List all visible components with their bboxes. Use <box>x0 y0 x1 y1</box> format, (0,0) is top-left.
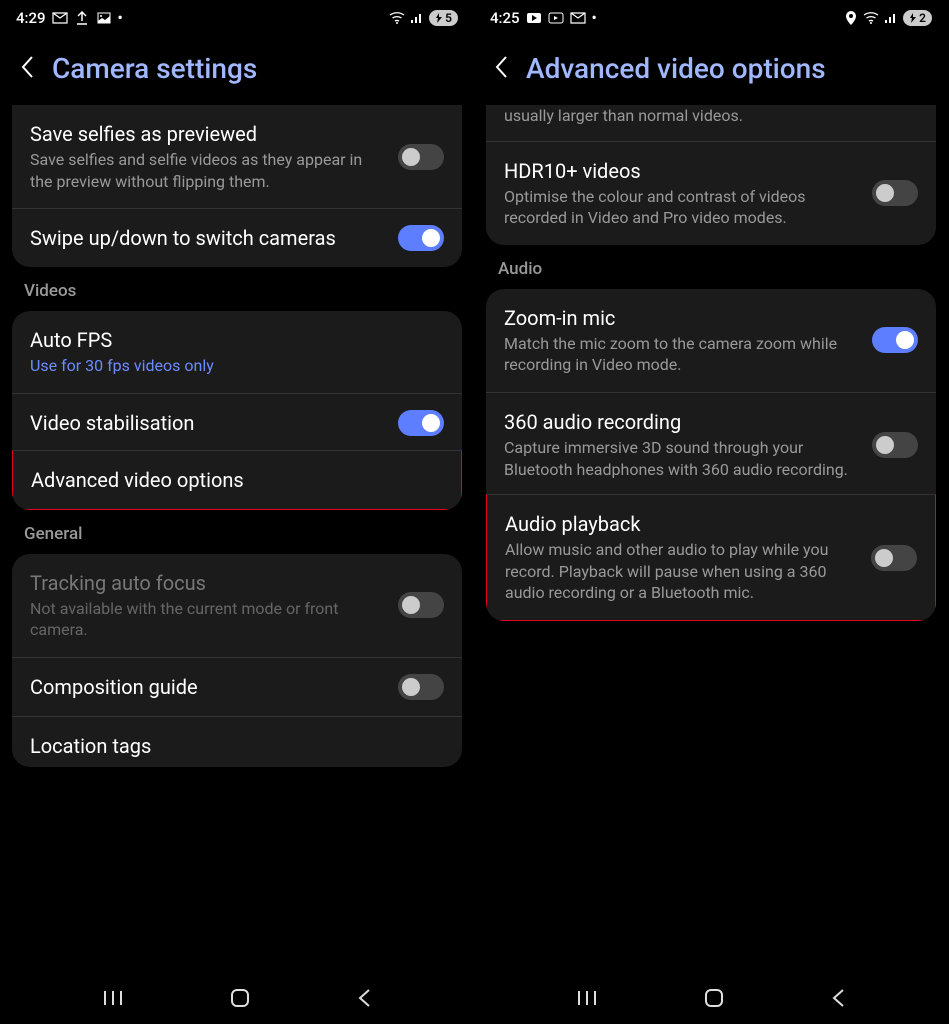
battery-indicator: 5 <box>429 10 458 26</box>
row-tracking-auto-focus: Tracking auto focus Not available with t… <box>12 554 462 657</box>
row-zoom-in-mic[interactable]: Zoom-in mic Match the mic zoom to the ca… <box>486 289 936 392</box>
screen-camera-settings: 4:29 • 5 <box>0 0 474 1024</box>
nav-bar <box>0 976 474 1024</box>
row-360-audio[interactable]: 360 audio recording Capture immersive 3D… <box>486 392 936 496</box>
toggle-360-audio[interactable] <box>872 432 918 458</box>
section-general-label: General <box>12 510 462 554</box>
row-location-tags[interactable]: Location tags <box>12 716 462 767</box>
mail-icon <box>570 10 586 26</box>
status-time: 4:25 <box>490 9 520 27</box>
row-partial-sub: usually larger than normal videos. <box>486 105 936 141</box>
toggle-tracking-af <box>398 592 444 618</box>
nav-home-icon[interactable] <box>229 987 251 1013</box>
page-title: Advanced video options <box>526 52 826 85</box>
nav-home-icon[interactable] <box>703 987 725 1013</box>
card-videos: Auto FPS Use for 30 fps videos only Vide… <box>12 311 462 510</box>
mail-icon <box>52 10 68 26</box>
wifi-icon <box>389 10 405 26</box>
status-time: 4:29 <box>16 9 46 27</box>
toggle-audio-playback[interactable] <box>871 545 917 571</box>
signal-icon <box>883 10 899 26</box>
nav-recents-icon[interactable] <box>102 989 124 1011</box>
toggle-save-selfies[interactable] <box>398 144 444 170</box>
card-video-top: usually larger than normal videos. HDR10… <box>486 105 936 245</box>
location-icon <box>843 10 859 26</box>
row-composition-guide[interactable]: Composition guide <box>12 657 462 716</box>
youtube-icon-2 <box>548 10 564 26</box>
nav-recents-icon[interactable] <box>576 989 598 1011</box>
toggle-zoom-in-mic[interactable] <box>872 327 918 353</box>
page-title: Camera settings <box>52 52 257 85</box>
upload-icon <box>74 10 90 26</box>
toggle-video-stabilisation[interactable] <box>398 410 444 436</box>
nav-bar <box>474 976 948 1024</box>
status-bar: 4:29 • 5 <box>0 0 474 36</box>
youtube-icon <box>526 10 542 26</box>
page-header: Camera settings <box>0 36 474 105</box>
card-general: Tracking auto focus Not available with t… <box>12 554 462 767</box>
page-header: Advanced video options <box>474 36 948 105</box>
row-advanced-video-options[interactable]: Advanced video options <box>12 450 462 510</box>
back-icon[interactable] <box>494 55 508 83</box>
nav-back-icon[interactable] <box>830 988 846 1012</box>
row-auto-fps[interactable]: Auto FPS Use for 30 fps videos only <box>12 311 462 393</box>
section-audio-label: Audio <box>486 245 936 289</box>
section-videos-label: Videos <box>12 267 462 311</box>
back-icon[interactable] <box>20 55 34 83</box>
row-hdr10-videos[interactable]: HDR10+ videos Optimise the colour and co… <box>486 141 936 245</box>
toggle-swipe-cameras[interactable] <box>398 225 444 251</box>
battery-indicator: 2 <box>903 10 932 26</box>
row-swipe-cameras[interactable]: Swipe up/down to switch cameras <box>12 208 462 267</box>
toggle-composition-guide[interactable] <box>398 674 444 700</box>
status-bar: 4:25 • 2 <box>474 0 948 36</box>
screen-advanced-video: 4:25 • 2 <box>474 0 948 1024</box>
status-more-icon: • <box>118 9 123 27</box>
card-selfies: Save selfies as previewed Save selfies a… <box>12 105 462 267</box>
card-audio: Zoom-in mic Match the mic zoom to the ca… <box>486 289 936 621</box>
row-save-selfies[interactable]: Save selfies as previewed Save selfies a… <box>12 105 462 208</box>
signal-icon <box>409 10 425 26</box>
status-more-icon: • <box>592 9 597 27</box>
toggle-hdr10[interactable] <box>872 180 918 206</box>
image-icon <box>96 10 112 26</box>
wifi-icon <box>863 10 879 26</box>
row-audio-playback[interactable]: Audio playback Allow music and other aud… <box>486 494 936 621</box>
row-video-stabilisation[interactable]: Video stabilisation <box>12 393 462 452</box>
nav-back-icon[interactable] <box>356 988 372 1012</box>
